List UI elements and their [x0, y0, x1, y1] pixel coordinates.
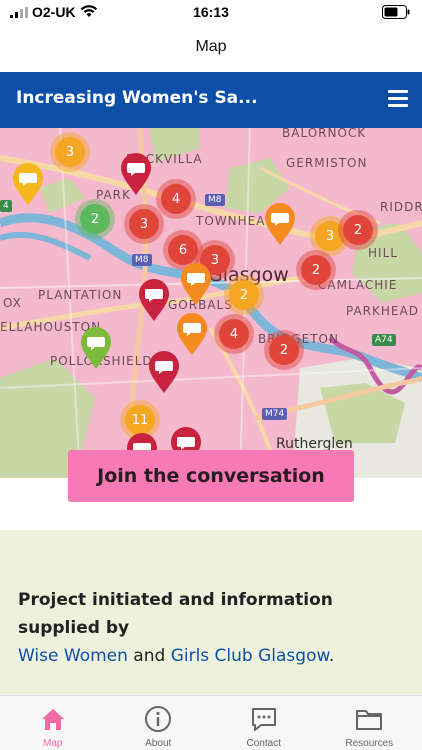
tab-resources[interactable]: Resources — [317, 696, 422, 750]
credits-period: . — [328, 646, 335, 666]
map-label-plantation: PLANTATION — [38, 288, 123, 302]
wise-women-link[interactable]: Wise Women — [18, 646, 128, 666]
map-cluster-marker[interactable]: 2 — [338, 210, 378, 250]
map-cluster-marker[interactable]: 2 — [296, 250, 336, 290]
join-conversation-button[interactable]: Join the conversation — [68, 450, 354, 502]
clock: 16:13 — [193, 4, 229, 20]
info-section: Project initiated and information suppli… — [0, 530, 422, 695]
tab-bar: Map About Contact Resources — [0, 695, 422, 750]
road-badge-m8: M8 — [205, 194, 225, 206]
tab-label: Map — [43, 738, 63, 749]
tab-label: About — [145, 738, 172, 749]
map-label-riddrie: RIDDR — [380, 200, 422, 214]
site-header: Increasing Women's Sa... — [0, 72, 422, 128]
credits-connector: and — [133, 646, 166, 666]
map-cluster-marker[interactable]: 2 — [264, 330, 304, 370]
map-cluster-marker[interactable]: 3 — [124, 204, 164, 244]
home-icon — [41, 709, 64, 730]
map-label-balornock: BALORNOCK — [282, 128, 367, 140]
map-pin-icon[interactable] — [264, 202, 296, 246]
tab-label: Contact — [246, 738, 281, 749]
map-label-hill: HILL — [368, 246, 398, 260]
info-heading: Project initiated and information suppli… — [18, 590, 333, 638]
map-pin-icon[interactable] — [12, 162, 44, 206]
info-icon — [145, 706, 172, 732]
map-label-germiston: GERMISTON — [286, 156, 368, 170]
tab-label: Resources — [345, 738, 394, 749]
map-pin-icon[interactable] — [176, 312, 208, 356]
hamburger-menu-icon[interactable] — [388, 90, 408, 108]
map-cluster-marker[interactable]: 4 — [156, 179, 196, 219]
map-pin-icon[interactable] — [138, 278, 170, 322]
nav-title: Map — [195, 38, 227, 55]
map-cluster-marker[interactable]: 2 — [224, 275, 264, 315]
battery-icon — [382, 5, 410, 19]
road-badge-m74: M74 — [262, 408, 288, 420]
map-cluster-marker[interactable]: 4 — [214, 314, 254, 354]
navigation-bar: Map — [0, 24, 422, 72]
map-pin-icon[interactable] — [148, 350, 180, 394]
tab-contact[interactable]: Contact — [211, 696, 317, 750]
map-pin-icon[interactable] — [120, 152, 152, 196]
chat-icon — [251, 708, 276, 731]
map-view[interactable]: BALORNOCK ROCKVILLA GERMISTON PARK TOWNH… — [0, 128, 422, 478]
road-badge-4: 4 — [0, 200, 12, 212]
tab-about[interactable]: About — [106, 696, 212, 750]
site-title[interactable]: Increasing Women's Sa... — [16, 88, 258, 108]
road-badge-m8: M8 — [132, 254, 152, 266]
map-pin-icon[interactable] — [80, 326, 112, 370]
status-bar: O2-UK 16:13 — [0, 0, 422, 24]
map-cluster-marker[interactable]: 3 — [50, 132, 90, 172]
tab-map[interactable]: Map — [0, 696, 106, 750]
road-badge-a74: A74 — [372, 334, 396, 346]
folder-icon — [356, 710, 383, 730]
map-label-parkhead: PARKHEAD — [346, 304, 419, 318]
screen: O2-UK 16:13 Map Increasing Women's Sa... — [0, 0, 422, 750]
info-credits: Wise Women and Girls Club Glasgow. — [18, 642, 334, 670]
map-pin-icon[interactable] — [180, 262, 212, 306]
map-cluster-marker[interactable]: 2 — [75, 199, 115, 239]
map-label-ox: OX — [3, 296, 22, 310]
girls-club-glasgow-link[interactable]: Girls Club Glasgow — [171, 646, 329, 666]
